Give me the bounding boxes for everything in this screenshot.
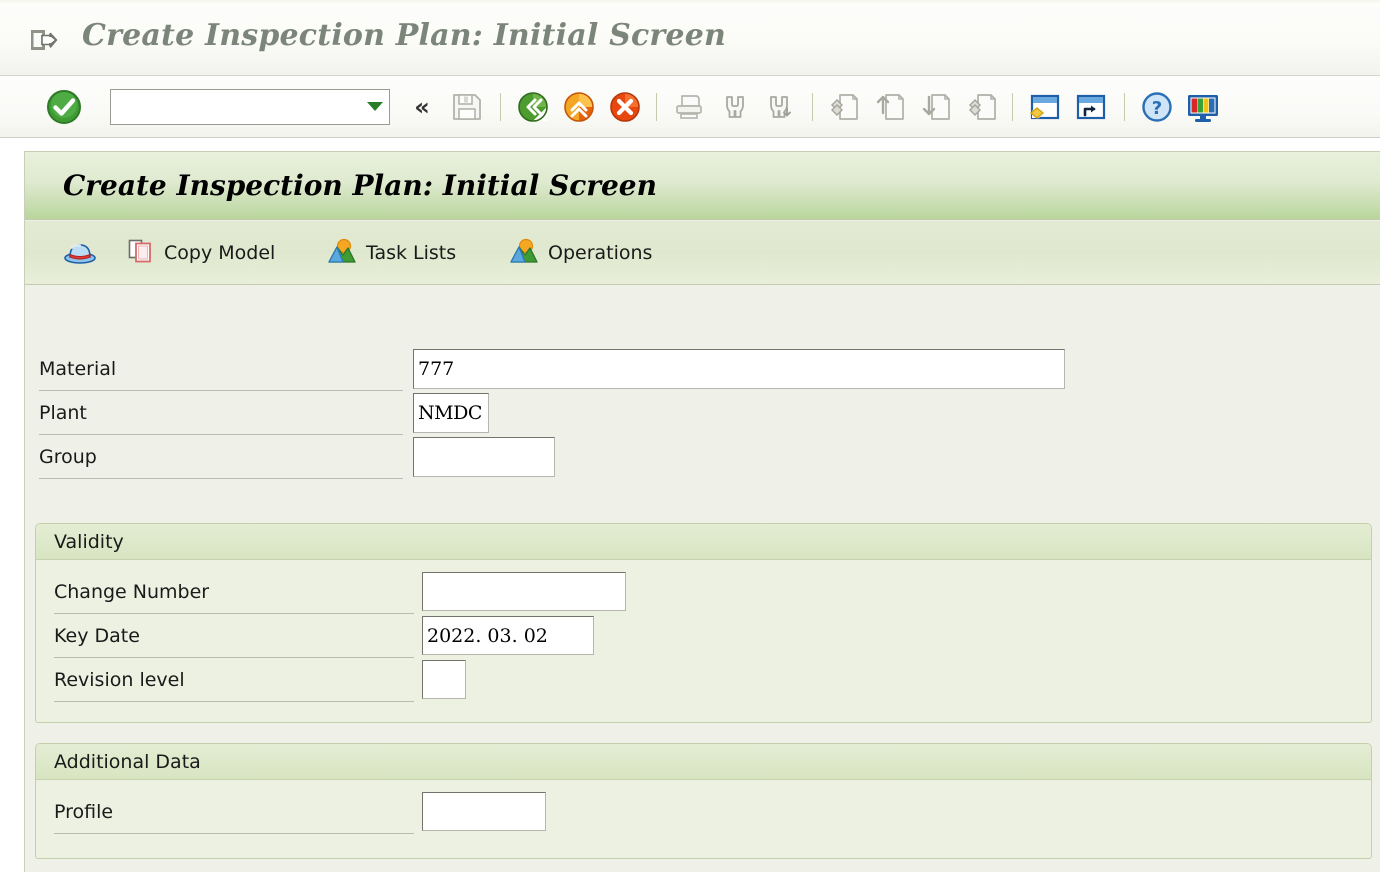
- exit-box-icon: [28, 26, 58, 54]
- blue-hat-icon: [63, 236, 97, 270]
- operations-label: Operations: [548, 241, 653, 264]
- profile-input[interactable]: [422, 792, 546, 831]
- operations-button[interactable]: Operations: [509, 237, 652, 269]
- toolbar-separator: [1124, 92, 1125, 121]
- material-input[interactable]: [413, 349, 1065, 389]
- plant-label: Plant: [39, 391, 403, 435]
- validity-group-title: Validity: [36, 524, 1371, 560]
- screen-title-band: Create Inspection Plan: Initial Screen: [25, 151, 1380, 220]
- cancel-button[interactable]: [606, 88, 644, 126]
- additional-data-group-title: Additional Data: [36, 744, 1371, 780]
- last-page-button[interactable]: [964, 88, 1002, 126]
- toolbar-separator: [656, 92, 657, 121]
- field-row-plant: Plant: [39, 391, 1069, 435]
- revision-level-input[interactable]: [422, 660, 466, 699]
- task-lists-label: Task Lists: [366, 241, 457, 264]
- command-field[interactable]: [110, 88, 390, 125]
- copy-model-button[interactable]: Copy Model: [127, 237, 275, 269]
- command-input[interactable]: [111, 96, 361, 117]
- create-session-button[interactable]: [1026, 88, 1064, 126]
- help-button[interactable]: ?: [1138, 88, 1176, 126]
- material-label: Material: [39, 347, 403, 391]
- field-row-change-number: Change Number: [54, 570, 1354, 614]
- additional-data-group: Additional Data Profile: [35, 743, 1372, 859]
- next-page-button[interactable]: [918, 88, 956, 126]
- double-chevron-left-icon[interactable]: «: [408, 92, 436, 122]
- inspection-plan-button[interactable]: [63, 236, 97, 270]
- find-button[interactable]: [716, 88, 754, 126]
- page-title: Create Inspection Plan: Initial Screen: [63, 169, 657, 202]
- group-label: Group: [39, 435, 403, 479]
- screen-panel: Create Inspection Plan: Initial Screen C…: [24, 151, 1380, 872]
- field-row-profile: Profile: [54, 790, 1354, 834]
- key-date-label: Key Date: [54, 614, 414, 658]
- plant-input[interactable]: [413, 393, 489, 433]
- enter-button[interactable]: [44, 87, 84, 127]
- window-title-bar: Create Inspection Plan: Initial Screen: [0, 0, 1380, 76]
- group-input[interactable]: [413, 437, 555, 477]
- create-shortcut-button[interactable]: [1072, 88, 1110, 126]
- back-button[interactable]: [514, 88, 552, 126]
- mountain-sunrise-icon: [327, 237, 357, 269]
- toolbar-separator: [500, 92, 501, 121]
- validity-group: Validity Change Number Key Date Revision…: [35, 523, 1372, 723]
- toolbar-separator: [812, 92, 813, 121]
- svg-text:?: ?: [1152, 98, 1162, 119]
- dropdown-arrow-icon[interactable]: [361, 90, 389, 124]
- change-number-input[interactable]: [422, 572, 626, 611]
- change-number-label: Change Number: [54, 570, 414, 614]
- customize-button[interactable]: [1184, 88, 1222, 126]
- first-page-button[interactable]: [826, 88, 864, 126]
- field-row-revision-level: Revision level: [54, 658, 1354, 702]
- profile-label: Profile: [54, 790, 414, 834]
- field-row-key-date: Key Date: [54, 614, 1354, 658]
- toolbar-separator: [1012, 92, 1013, 121]
- copy-model-label: Copy Model: [164, 241, 276, 264]
- system-toolbar: « ?: [0, 76, 1380, 138]
- save-button[interactable]: [448, 88, 486, 126]
- window-title: Create Inspection Plan: Initial Screen: [82, 18, 727, 53]
- revision-level-label: Revision level: [54, 658, 414, 702]
- additional-data-group-body: Profile: [36, 780, 1371, 858]
- find-next-button[interactable]: [762, 88, 800, 126]
- copy-icon: [127, 237, 155, 269]
- field-row-group: Group: [39, 435, 1069, 479]
- validity-group-body: Change Number Key Date Revision level: [36, 560, 1371, 722]
- title-bar-accent: [0, 0, 1380, 4]
- print-button[interactable]: [670, 88, 708, 126]
- task-lists-button[interactable]: Task Lists: [327, 237, 456, 269]
- previous-page-button[interactable]: [872, 88, 910, 126]
- application-toolbar: Copy Model Task Lists Operations: [25, 221, 1380, 285]
- exit-button[interactable]: [560, 88, 598, 126]
- key-date-input[interactable]: [422, 616, 594, 655]
- field-row-material: Material: [39, 347, 1069, 391]
- mountain-sunrise-icon: [509, 237, 539, 269]
